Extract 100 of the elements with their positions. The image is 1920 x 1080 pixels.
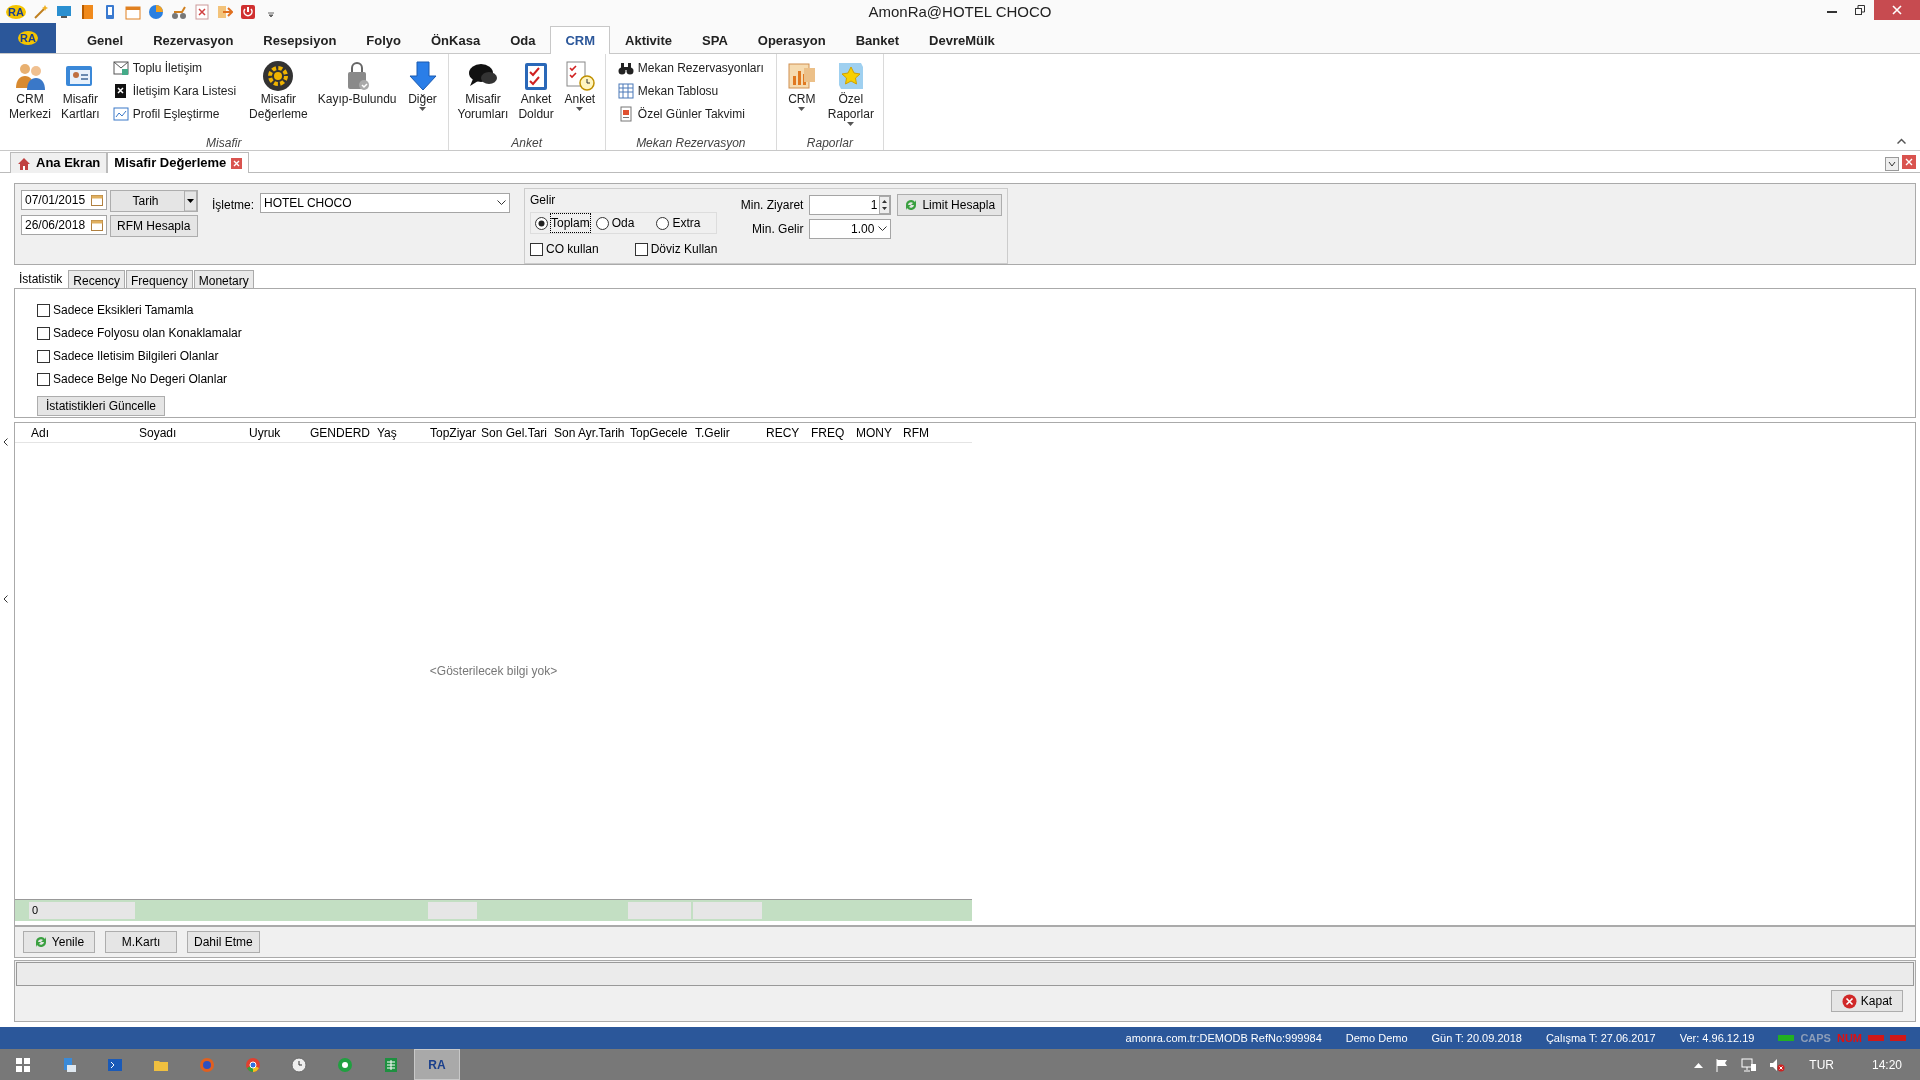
- menu-tab[interactable]: Resepsiyon: [248, 26, 352, 54]
- pie-chart-icon[interactable]: [147, 4, 164, 20]
- menu-tab[interactable]: CRM: [550, 26, 611, 54]
- business-dropdown[interactable]: HOTEL CHOCO: [260, 193, 510, 214]
- spreadsheet-icon[interactable]: [383, 1056, 399, 1073]
- column-header[interactable]: TopZiyar: [427, 423, 478, 442]
- chrome-icon[interactable]: [245, 1056, 261, 1073]
- date-mode-dropdown[interactable]: Tarih: [110, 190, 198, 213]
- ribbon-button[interactable]: Özel Raporlar: [822, 58, 879, 128]
- tab[interactable]: Monetary: [193, 270, 254, 289]
- menu-tab[interactable]: Folyo: [351, 26, 416, 54]
- ribbon-button[interactable]: Diğer: [401, 58, 444, 113]
- ribbon-button[interactable]: Kayıp-Bulundu: [312, 58, 402, 109]
- wand-icon[interactable]: [32, 4, 49, 20]
- ribbon-button[interactable]: Mekan Tablosu: [615, 81, 766, 101]
- date-field[interactable]: 07/01/2015: [21, 190, 107, 211]
- income-dropdown[interactable]: 1.00: [809, 219, 892, 240]
- limit-button[interactable]: Limit Hesapla: [897, 194, 1003, 217]
- menu-tab[interactable]: Oda: [495, 26, 551, 54]
- monitor-icon[interactable]: [55, 4, 72, 20]
- column-header[interactable]: Yaş: [374, 423, 427, 442]
- column-header[interactable]: T.Gelir: [692, 423, 763, 442]
- column-header[interactable]: Adı: [28, 423, 136, 442]
- clock-time[interactable]: 14:20: [1871, 1055, 1902, 1074]
- action-button[interactable]: Dahil Etme: [187, 931, 260, 954]
- column-header[interactable]: FREQ: [808, 423, 853, 442]
- app-logo[interactable]: RA: [6, 5, 26, 19]
- collapse-icon[interactable]: [1897, 138, 1906, 145]
- menu-tab[interactable]: SPA: [687, 26, 743, 54]
- ribbon-button[interactable]: Misafir Yorumları: [452, 58, 514, 124]
- menu-tab[interactable]: Aktivite: [610, 26, 687, 54]
- checkbox[interactable]: [37, 326, 50, 340]
- menu-tab[interactable]: Operasyon: [742, 26, 841, 54]
- ribbon-button[interactable]: CRM Merkezi: [4, 58, 56, 124]
- column-header[interactable]: GENDERD: [307, 423, 374, 442]
- status-text: Demo Demo: [1345, 1030, 1408, 1046]
- dropdown-icon[interactable]: [1885, 154, 1899, 173]
- menu-tab[interactable]: Banket: [840, 26, 915, 54]
- checkbox[interactable]: [634, 242, 648, 256]
- radio-button[interactable]: [535, 216, 548, 230]
- menu-tab[interactable]: ÖnKasa: [416, 26, 496, 54]
- column-header[interactable]: RFM: [900, 423, 956, 442]
- tab[interactable]: Frequency: [126, 270, 193, 289]
- column-header[interactable]: Son Gel.Tari: [478, 423, 551, 442]
- checkbox[interactable]: [37, 303, 50, 317]
- clock-icon[interactable]: [291, 1056, 307, 1073]
- column-header[interactable]: Son Ayr.Tarih: [551, 423, 627, 442]
- ribbon-button[interactable]: İletişim Kara Listesi: [110, 81, 239, 101]
- column-header[interactable]: TopGecele: [627, 423, 692, 442]
- radio-button[interactable]: [656, 216, 670, 230]
- ribbon-button[interactable]: CRM: [780, 58, 823, 113]
- column-header[interactable]: Soyadı: [136, 423, 246, 442]
- checkbox[interactable]: [37, 349, 50, 363]
- power-icon[interactable]: [239, 4, 256, 20]
- spin-field[interactable]: 1: [809, 195, 892, 216]
- column-header[interactable]: Uyruk: [246, 423, 307, 442]
- ribbon-button[interactable]: Özel Günler Takvimi: [615, 104, 766, 124]
- collapse-left-icon[interactable]: [2, 594, 8, 603]
- network-icon[interactable]: [1741, 1057, 1758, 1072]
- taskbar-app-button[interactable]: RA: [414, 1049, 460, 1080]
- document-tab[interactable]: Misafir Değerleme: [107, 152, 250, 174]
- ribbon-button[interactable]: Anket Doldur: [513, 58, 559, 124]
- menu-tab[interactable]: DevreMülk: [914, 26, 1010, 54]
- close-all-icon[interactable]: [1902, 152, 1916, 171]
- app-icon[interactable]: [337, 1056, 353, 1073]
- update-statistics-button[interactable]: İstatistikleri Güncelle: [37, 396, 165, 417]
- checkbox[interactable]: [530, 242, 543, 256]
- ribbon-button[interactable]: Profil Eşleştirme: [110, 104, 239, 124]
- tray-expand-icon[interactable]: [1694, 1061, 1704, 1068]
- close-form-button[interactable]: Kapat: [1831, 990, 1903, 1013]
- column-header[interactable]: MONY: [853, 423, 900, 442]
- radio-button[interactable]: [595, 216, 609, 230]
- document-x-icon[interactable]: [193, 4, 210, 20]
- exit-icon[interactable]: [216, 4, 233, 20]
- ribbon-button[interactable]: Toplu İletişim: [110, 58, 239, 78]
- ribbon-button[interactable]: Anket: [558, 58, 601, 113]
- calendar-icon[interactable]: [124, 4, 141, 20]
- menu-tab[interactable]: Rezervasyon: [138, 26, 249, 54]
- ribbon-button[interactable]: Mekan Rezervasyonları: [615, 58, 766, 78]
- ribbon-button[interactable]: Misafir Kartları: [56, 58, 105, 124]
- action-button[interactable]: Yenile: [23, 931, 95, 954]
- muted-speaker-icon[interactable]: [1769, 1057, 1786, 1072]
- checkbox[interactable]: [37, 372, 50, 386]
- date-field[interactable]: 26/06/2018: [21, 215, 107, 236]
- tab[interactable]: Recency: [68, 270, 126, 289]
- collapse-left-icon[interactable]: [2, 437, 8, 446]
- app-menu-button[interactable]: RA: [0, 23, 56, 53]
- rfm-button[interactable]: RFM Hesapla: [110, 215, 198, 238]
- menu-tab[interactable]: Genel: [72, 26, 139, 54]
- server-icon[interactable]: [61, 1056, 77, 1073]
- column-header[interactable]: RECY: [763, 423, 808, 442]
- windows-logo-icon[interactable]: [15, 1056, 31, 1073]
- action-button[interactable]: M.Kartı: [105, 931, 177, 954]
- ribbon-button[interactable]: Misafir Değerleme: [244, 58, 313, 124]
- scooter-icon[interactable]: [170, 4, 187, 20]
- terminal-icon[interactable]: [107, 1056, 123, 1073]
- document-tab[interactable]: Ana Ekran: [10, 152, 108, 174]
- tab-close-icon[interactable]: [231, 157, 243, 169]
- language-indicator[interactable]: TUR: [1809, 1055, 1834, 1074]
- flag-icon[interactable]: [1715, 1057, 1730, 1072]
